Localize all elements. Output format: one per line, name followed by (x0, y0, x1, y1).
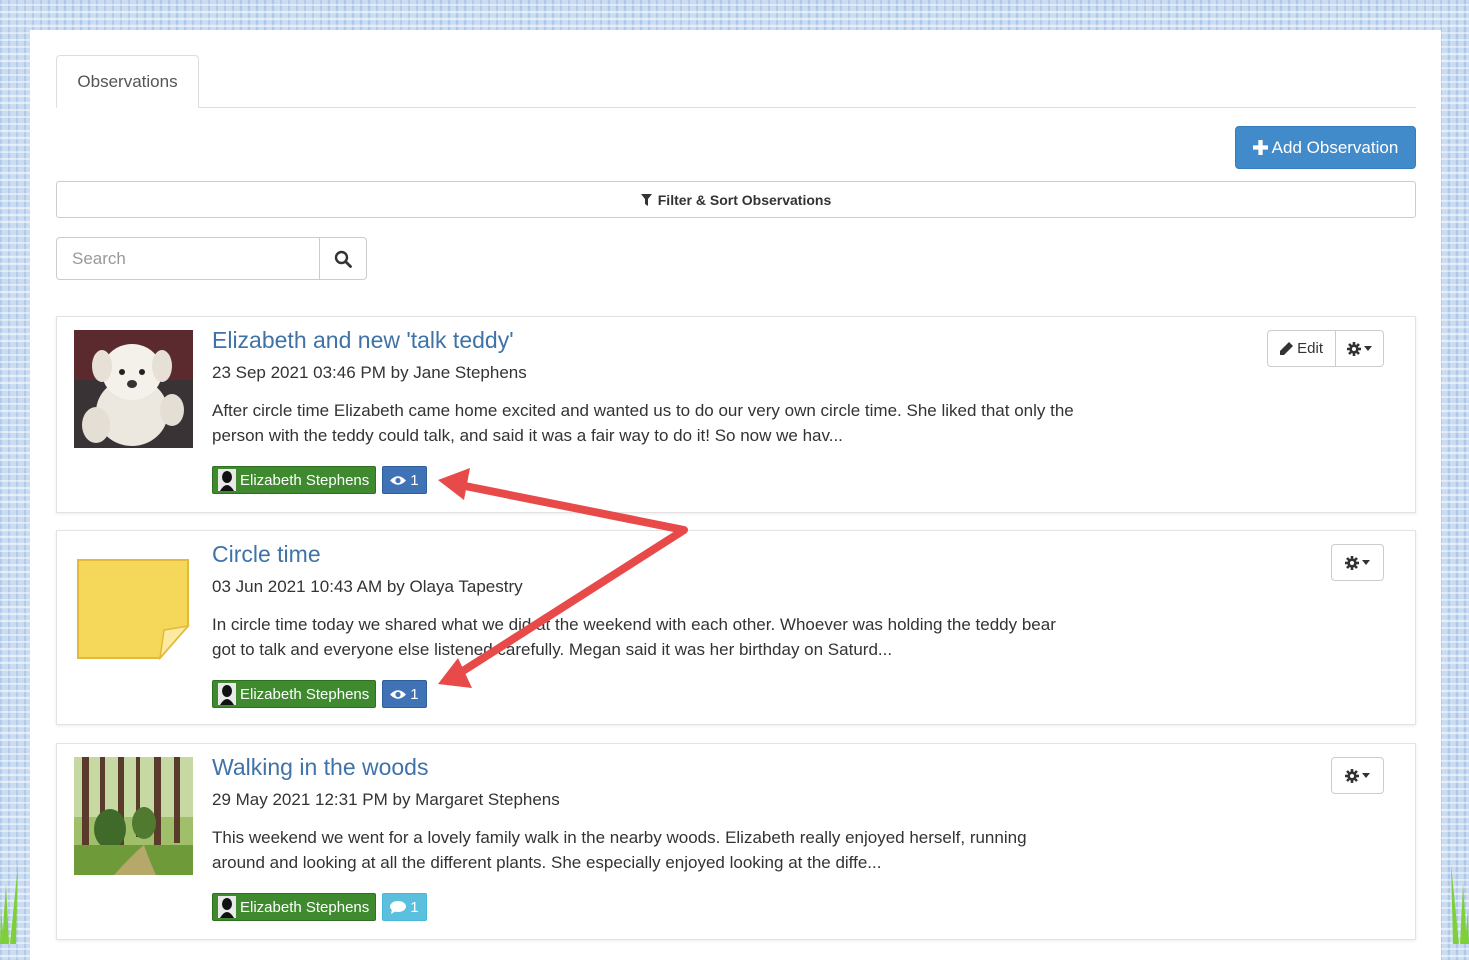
comments-badge[interactable]: 1 (382, 893, 427, 921)
observation-card: Walking in the woods 29 May 2021 12:31 P… (56, 743, 1416, 940)
observation-title[interactable]: Elizabeth and new 'talk teddy' (212, 327, 514, 354)
child-tag-label: Elizabeth Stephens (240, 685, 370, 703)
caret-down-icon (1362, 560, 1370, 565)
observations-panel: Observations Add Observation Filter & So… (30, 30, 1441, 960)
observation-tags: Elizabeth Stephens 1 (212, 680, 427, 708)
observation-actions (1331, 544, 1384, 581)
eye-icon (390, 475, 407, 485)
child-tag-label: Elizabeth Stephens (240, 471, 370, 489)
settings-dropdown-button[interactable] (1336, 330, 1384, 367)
plus-icon (1252, 140, 1268, 155)
avatar (218, 896, 236, 918)
grass-decoration (0, 864, 18, 944)
observation-title[interactable]: Circle time (212, 541, 321, 568)
observation-card: Circle time 03 Jun 2021 10:43 AM by Olay… (56, 530, 1416, 725)
woods-photo (74, 757, 193, 875)
observation-thumbnail[interactable] (74, 544, 193, 662)
observation-excerpt: This weekend we went for a lovely family… (212, 828, 1027, 872)
comments-count: 1 (410, 898, 419, 916)
add-observation-label: Add Observation (1271, 137, 1399, 157)
comment-icon (390, 900, 407, 914)
tab-bar: Observations (56, 55, 1416, 108)
gear-icon (1345, 768, 1359, 783)
add-observation-button[interactable]: Add Observation (1235, 126, 1416, 169)
views-badge[interactable]: 1 (382, 680, 427, 708)
sticky-note (77, 559, 190, 661)
teddy-photo (74, 330, 193, 448)
gear-icon (1347, 341, 1361, 356)
child-tag-label: Elizabeth Stephens (240, 898, 370, 916)
caret-down-icon (1364, 346, 1372, 351)
search-input[interactable] (56, 237, 320, 280)
views-badge[interactable]: 1 (382, 466, 427, 494)
avatar (218, 469, 236, 491)
observation-tags: Elizabeth Stephens 1 (212, 466, 427, 494)
observation-thumbnail[interactable] (74, 330, 193, 448)
filter-sort-label: Filter & Sort Observations (657, 191, 832, 208)
tab-observations[interactable]: Observations (56, 55, 199, 108)
observation-meta: 23 Sep 2021 03:46 PM by Jane Stephens (212, 363, 527, 382)
child-tag[interactable]: Elizabeth Stephens (212, 680, 377, 708)
observation-meta: 29 May 2021 12:31 PM by Margaret Stephen… (212, 790, 560, 809)
pencil-icon (1280, 342, 1294, 355)
avatar (218, 683, 236, 705)
edit-label: Edit (1297, 340, 1323, 357)
filter-icon (640, 193, 652, 206)
settings-dropdown-button[interactable] (1331, 544, 1384, 581)
settings-dropdown-button[interactable] (1331, 757, 1384, 794)
edit-button[interactable]: Edit (1267, 330, 1336, 367)
filter-sort-button[interactable]: Filter & Sort Observations (56, 181, 1416, 218)
observation-title[interactable]: Walking in the woods (212, 754, 428, 781)
caret-down-icon (1362, 773, 1370, 778)
views-count: 1 (410, 471, 419, 489)
observation-meta: 03 Jun 2021 10:43 AM by Olaya Tapestry (212, 577, 523, 596)
child-tag[interactable]: Elizabeth Stephens (212, 893, 377, 921)
search-button[interactable] (320, 237, 367, 280)
eye-icon (390, 689, 407, 699)
observation-card: Elizabeth and new 'talk teddy' 23 Sep 20… (56, 316, 1416, 513)
observation-excerpt: After circle time Elizabeth came home ex… (212, 401, 1074, 445)
views-count: 1 (410, 685, 419, 703)
grass-decoration (1451, 864, 1469, 944)
search-icon (334, 250, 352, 268)
observation-actions: Edit (1267, 330, 1384, 367)
observation-tags: Elizabeth Stephens 1 (212, 893, 427, 921)
observation-actions (1331, 757, 1384, 794)
observation-excerpt: In circle time today we shared what we d… (212, 615, 1056, 659)
search-group (56, 237, 367, 280)
gear-icon (1345, 555, 1359, 570)
observation-thumbnail[interactable] (74, 757, 193, 875)
child-tag[interactable]: Elizabeth Stephens (212, 466, 377, 494)
